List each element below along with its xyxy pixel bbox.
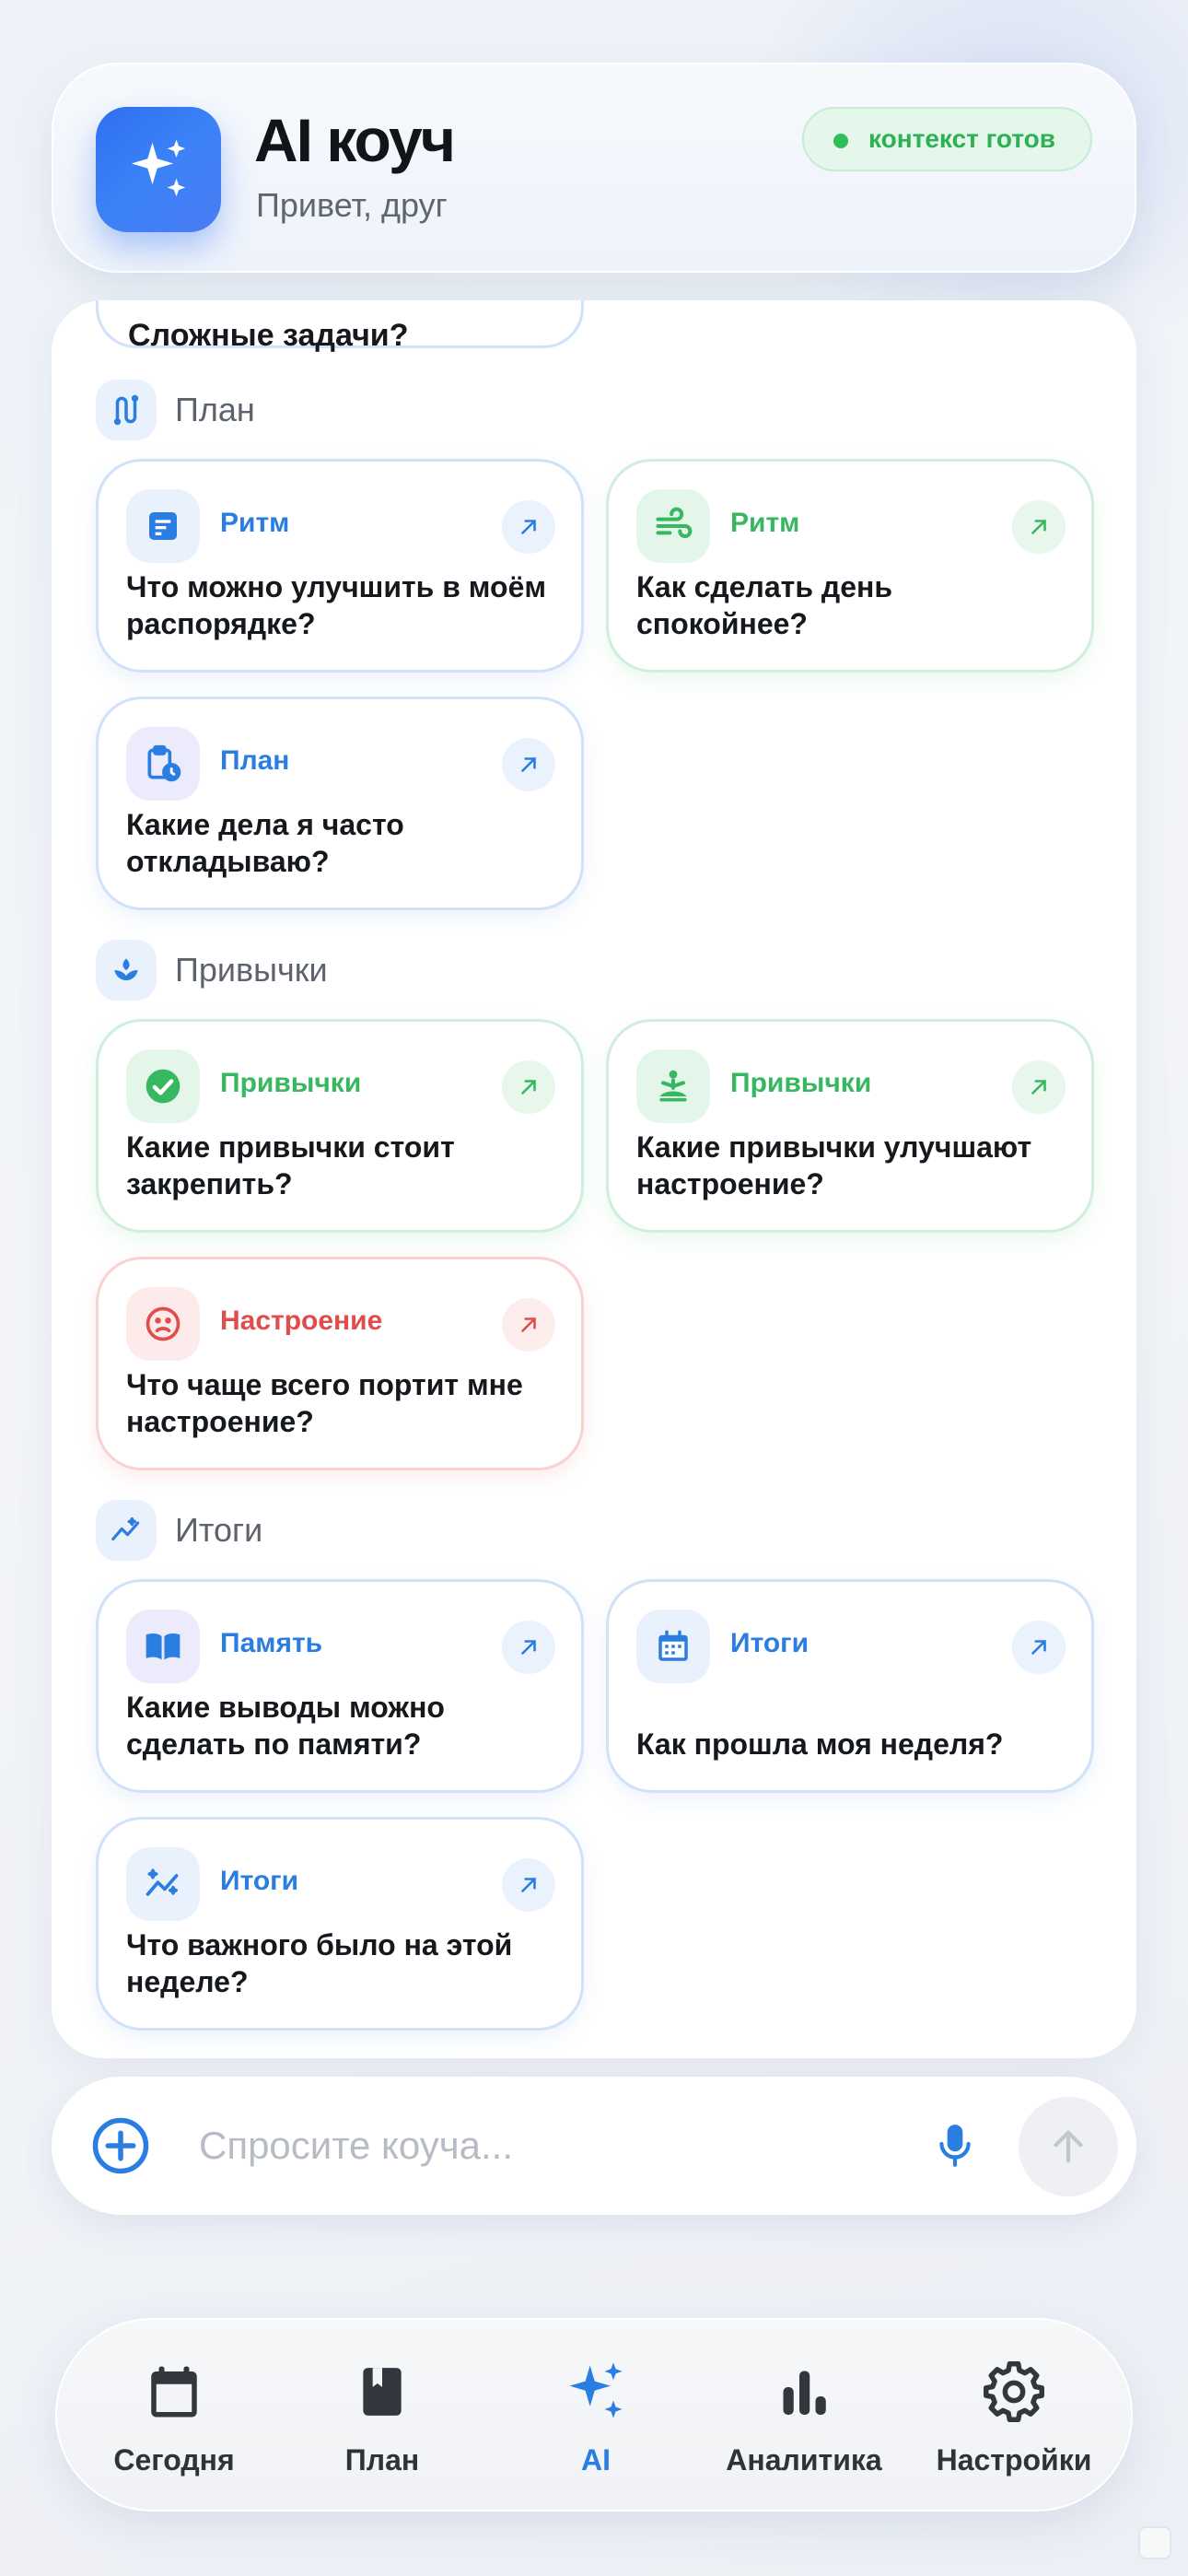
insights-icon	[126, 1847, 200, 1921]
arrow-up-right-icon[interactable]	[502, 1858, 555, 1912]
suggestion-question: Что чаще всего портит мне настроение?	[126, 1368, 523, 1438]
arrow-up-right-icon[interactable]	[502, 1060, 555, 1114]
arrow-up-right-icon[interactable]	[1012, 1060, 1066, 1114]
header-card: AI коуч Привет, друг контекст готов	[52, 63, 1136, 273]
section-header-summary: Итоги	[96, 1500, 262, 1561]
app-sparkles-icon	[96, 107, 221, 232]
section-header-habits: Привычки	[96, 940, 328, 1001]
nav-item-ai[interactable]: AI	[492, 2315, 700, 2514]
suggestion-question: Что важного было на этой неделе?	[126, 1928, 513, 1998]
card-tag: Итоги	[730, 1628, 809, 1658]
card-tag: Ритм	[220, 508, 290, 538]
page-title: AI коуч	[254, 106, 456, 174]
book-icon	[347, 2357, 417, 2427]
suggestion-question: Как сделать день спокойнее?	[636, 570, 892, 640]
suggestion-question: Что можно улучшить в моём распорядке?	[126, 570, 547, 640]
wind-icon	[636, 489, 710, 563]
insights-icon	[96, 1500, 157, 1561]
nav-label: План	[344, 2442, 420, 2476]
chat-input-bar	[52, 2077, 1136, 2215]
route-icon	[96, 380, 157, 440]
arrow-up-right-icon[interactable]	[1012, 500, 1066, 554]
suggestion-card[interactable]: Привычки Какие привычки стоит закрепить?	[96, 1019, 584, 1233]
suggestion-card[interactable]: Настроение Что чаще всего портит мне нас…	[96, 1257, 584, 1470]
card-tag: Память	[220, 1628, 323, 1658]
bar-chart-icon	[769, 2357, 839, 2427]
arrow-up-right-icon[interactable]	[1012, 1621, 1066, 1674]
bottom-navigation: Сегодня План AI Аналитика Настройки	[55, 2315, 1133, 2514]
clipboard-clock-icon	[126, 727, 200, 801]
suggestion-question: Как прошла моя неделя?	[636, 1727, 1004, 1761]
suggestion-question: Какие выводы можно сделать по памяти?	[126, 1691, 445, 1761]
section-label: Привычки	[175, 951, 328, 989]
arrow-up-right-icon[interactable]	[502, 738, 555, 791]
notes-icon	[126, 489, 200, 563]
nav-label: AI	[581, 2442, 611, 2476]
nav-label: Аналитика	[726, 2442, 882, 2476]
card-tag: Настроение	[220, 1306, 383, 1336]
nav-item-today[interactable]: Сегодня	[70, 2320, 278, 2513]
microphone-icon	[939, 2125, 971, 2167]
suggestions-panel[interactable]: Сложные задачи? План Ритм Что можно улуч…	[52, 300, 1136, 2058]
suggestion-card[interactable]: Память Какие выводы можно сделать по пам…	[96, 1579, 584, 1793]
suggestion-question: Какие привычки улучшают настроение?	[636, 1130, 1032, 1200]
suggestion-card[interactable]: Итоги Что важного было на этой неделе?	[96, 1817, 584, 2031]
corner-indicator	[1138, 2526, 1171, 2559]
send-button[interactable]	[1019, 2097, 1118, 2196]
arrow-up-icon	[1054, 2130, 1083, 2163]
card-tag: Итоги	[220, 1866, 299, 1896]
nav-item-plan[interactable]: План	[278, 2320, 486, 2513]
nav-item-analytics[interactable]: Аналитика	[700, 2320, 908, 2513]
calendar-icon	[636, 1610, 710, 1683]
section-header-plan: План	[96, 380, 255, 440]
sad-face-icon	[126, 1287, 200, 1361]
suggestion-card[interactable]: Ритм Что можно улучшить в моём распорядк…	[96, 459, 584, 673]
calendar-icon	[139, 2357, 209, 2427]
arrow-up-right-icon[interactable]	[502, 1298, 555, 1352]
suggestion-card[interactable]: Ритм Как сделать день спокойнее?	[606, 459, 1094, 673]
status-dot	[833, 134, 848, 148]
book-icon	[126, 1610, 200, 1683]
gear-icon	[979, 2357, 1049, 2427]
arrow-up-right-icon[interactable]	[502, 1621, 555, 1674]
suggestion-question: Сложные задачи?	[128, 318, 409, 353]
card-tag: Привычки	[730, 1068, 872, 1098]
chat-message-input[interactable]	[199, 2104, 936, 2187]
sprout-icon	[96, 940, 157, 1001]
section-label: План	[175, 391, 255, 428]
suggestion-card-partial[interactable]: Сложные задачи?	[96, 300, 584, 353]
greeting-subtitle: Привет, друг	[256, 186, 448, 224]
sparkles-icon	[561, 2357, 631, 2427]
arrow-up-right-icon[interactable]	[502, 500, 555, 554]
check-circle-icon	[126, 1049, 200, 1123]
add-attachment-button[interactable]	[90, 2115, 151, 2176]
status-text: контекст готов	[868, 124, 1055, 153]
meditation-icon	[636, 1049, 710, 1123]
suggestion-card[interactable]: Итоги Как прошла моя неделя?	[606, 1579, 1094, 1793]
nav-item-settings[interactable]: Настройки	[910, 2320, 1118, 2513]
nav-label: Настройки	[936, 2442, 1092, 2476]
context-status-badge: контекст готов	[801, 107, 1092, 171]
card-tag: План	[220, 745, 290, 776]
plus-circle-icon	[92, 2117, 149, 2174]
microphone-button[interactable]	[925, 2115, 985, 2176]
card-tag: Привычки	[220, 1068, 362, 1098]
suggestion-question: Какие привычки стоит закрепить?	[126, 1130, 455, 1200]
suggestion-card[interactable]: Привычки Какие привычки улучшают настрое…	[606, 1019, 1094, 1233]
suggestion-question: Какие дела я часто откладываю?	[126, 808, 404, 878]
nav-label: Сегодня	[113, 2442, 235, 2476]
suggestion-card[interactable]: План Какие дела я часто откладываю?	[96, 697, 584, 910]
card-tag: Ритм	[730, 508, 800, 538]
section-label: Итоги	[175, 1511, 263, 1549]
